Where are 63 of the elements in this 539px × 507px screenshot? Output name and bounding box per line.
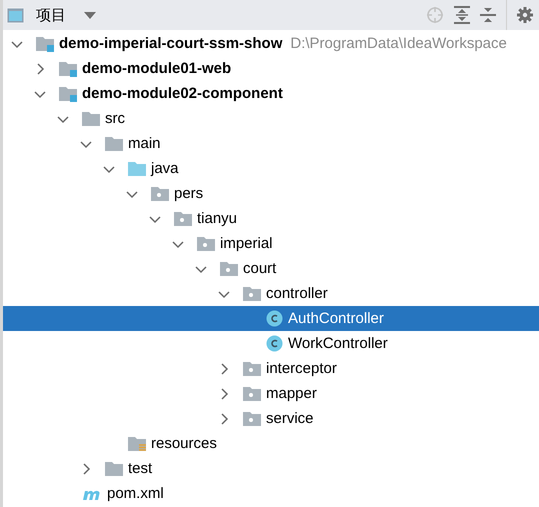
tree-row[interactable]: demo-imperial-court-ssm-show D:\ProgramData\IdeaWorkspace [3, 31, 539, 56]
node-label: pom.xml [107, 485, 164, 502]
package-icon [243, 360, 261, 376]
tree-row[interactable]: tianyu [3, 206, 539, 231]
tree-row[interactable]: java [3, 156, 539, 181]
resources-folder-icon [128, 436, 146, 452]
package-icon [243, 286, 261, 302]
node-label: main [128, 135, 161, 152]
folder-icon [105, 460, 123, 476]
tree-row[interactable]: pom.xml [3, 481, 539, 506]
tree-row[interactable]: resources [3, 431, 539, 456]
tree-row[interactable]: src [3, 106, 539, 131]
node-label: demo-imperial-court-ssm-show [59, 35, 282, 52]
module-folder-icon [36, 36, 54, 52]
package-icon [243, 386, 261, 402]
module-folder-icon [59, 60, 77, 76]
node-label: service [266, 410, 314, 427]
node-label: mapper [266, 385, 317, 402]
package-icon [220, 260, 238, 276]
node-label: resources [151, 435, 217, 452]
window-icon [7, 8, 24, 22]
node-label: demo-module01-web [82, 60, 232, 77]
folder-icon [105, 136, 123, 152]
package-icon [151, 186, 169, 202]
tree-row[interactable]: test [3, 456, 539, 481]
expand-all-icon[interactable] [454, 6, 470, 24]
node-label: interceptor [266, 360, 337, 377]
class-icon [266, 335, 283, 352]
tree-row[interactable]: main [3, 131, 539, 156]
node-label: imperial [220, 235, 273, 252]
node-label: test [128, 460, 152, 477]
dropdown-caret-icon[interactable] [84, 12, 96, 18]
node-label: src [105, 110, 125, 127]
node-label: court [243, 260, 276, 277]
folder-icon [82, 110, 100, 126]
tree-row[interactable]: demo-module01-web [3, 56, 539, 81]
path-hint: D:\ProgramData\IdeaWorkspace [290, 35, 507, 52]
tree-row[interactable]: court [3, 256, 539, 281]
tree-row[interactable]: controller [3, 281, 539, 306]
collapse-all-icon[interactable] [480, 6, 496, 24]
tree-row[interactable]: interceptor [3, 356, 539, 381]
class-icon [266, 310, 283, 327]
tree-row[interactable]: pers [3, 181, 539, 206]
package-icon [243, 410, 261, 426]
tree-row[interactable]: WorkController [3, 331, 539, 356]
panel-title: 项目 [36, 6, 66, 24]
node-label: controller [266, 285, 328, 302]
node-label: pers [174, 185, 204, 202]
node-label: java [151, 160, 179, 177]
tree-row[interactable]: imperial [3, 231, 539, 256]
tree-row[interactable]: service [3, 406, 539, 431]
tree-row[interactable]: mapper [3, 381, 539, 406]
module-folder-icon [59, 86, 77, 102]
tree-row[interactable]: demo-module02-component [3, 81, 539, 106]
node-label: AuthController [288, 310, 384, 327]
node-label: WorkController [288, 335, 388, 352]
node-label: tianyu [197, 210, 238, 227]
settings-icon[interactable] [517, 7, 533, 23]
package-icon [197, 236, 215, 252]
node-label: demo-module02-component [82, 85, 283, 102]
folder-icon [128, 160, 146, 176]
tree-row[interactable]: AuthController [3, 306, 539, 331]
package-icon [174, 210, 192, 226]
